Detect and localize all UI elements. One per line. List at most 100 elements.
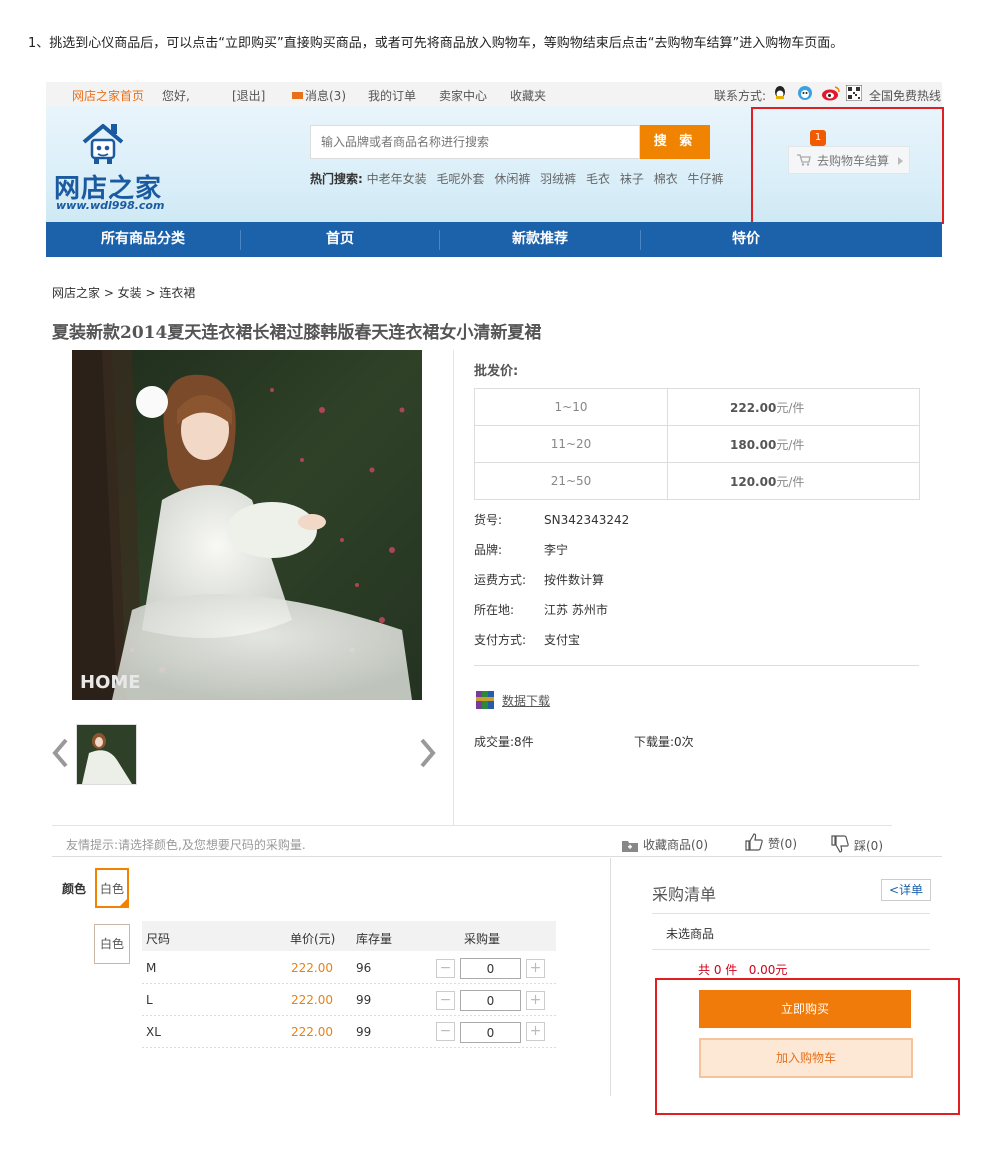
unit-price: 222.00 bbox=[291, 1025, 333, 1039]
weibo-icon[interactable] bbox=[821, 85, 841, 104]
mail-icon bbox=[292, 92, 303, 99]
product-main-image[interactable]: HOME bbox=[72, 350, 422, 700]
purchase-list-title: 采购清单 bbox=[652, 885, 717, 904]
orders-link[interactable]: 我的订单 bbox=[368, 87, 416, 104]
tier-price: 120.00 bbox=[730, 474, 777, 489]
detail-button[interactable]: <详单 bbox=[881, 879, 931, 901]
header-unit-price: 单价(元) bbox=[290, 932, 336, 946]
size-value: XL bbox=[146, 1025, 161, 1039]
increment-button[interactable]: + bbox=[526, 959, 545, 978]
stock-value: 96 bbox=[356, 961, 372, 975]
table-row: 11~20 180.00元/件 bbox=[474, 425, 920, 463]
hot-term[interactable]: 牛仔裤 bbox=[688, 172, 724, 186]
nav-new-arrivals[interactable]: 新款推荐 bbox=[440, 222, 640, 257]
tier-price: 180.00 bbox=[730, 437, 777, 452]
greeting: 您好, bbox=[162, 89, 190, 103]
main-nav: 所有商品分类 首页 新款推荐 特价 bbox=[46, 222, 942, 257]
contact-label: 联系方式: bbox=[714, 89, 767, 103]
color-option[interactable]: 白色 bbox=[94, 924, 130, 964]
divider bbox=[610, 858, 611, 1096]
no-items-text: 未选商品 bbox=[666, 927, 715, 941]
hot-term[interactable]: 毛衣 bbox=[586, 172, 610, 186]
nav-all-categories[interactable]: 所有商品分类 bbox=[46, 222, 240, 257]
tier-price-cell: 180.00元/件 bbox=[667, 425, 920, 463]
decrement-button[interactable]: − bbox=[436, 959, 455, 978]
quantity-input[interactable] bbox=[460, 990, 521, 1011]
decrement-button[interactable]: − bbox=[436, 991, 455, 1010]
color-label: 颜色 bbox=[62, 882, 87, 896]
divider bbox=[453, 350, 454, 825]
thumbs-down-icon bbox=[831, 835, 849, 856]
hot-term[interactable]: 毛呢外套 bbox=[436, 172, 484, 186]
search-button[interactable]: 搜 索 bbox=[640, 125, 710, 159]
download-archive-icon[interactable] bbox=[476, 689, 494, 709]
row-divider bbox=[142, 1047, 556, 1048]
collect-button[interactable]: 收藏商品(0) bbox=[622, 836, 708, 855]
search-input[interactable] bbox=[311, 126, 651, 158]
tier-unit: 元/件 bbox=[776, 474, 805, 489]
increment-button[interactable]: + bbox=[526, 991, 545, 1010]
attr-payment: 支付方式: 支付宝 bbox=[474, 633, 581, 647]
hot-search: 热门搜索: 中老年女装 毛呢外套 休闲裤 羽绒裤 毛衣 袜子 棉衣 牛仔裤 bbox=[310, 170, 730, 187]
increment-button[interactable]: + bbox=[526, 1022, 545, 1041]
divider bbox=[652, 949, 930, 950]
divider bbox=[474, 665, 919, 666]
size-value: M bbox=[146, 961, 157, 975]
highlight-box-purchase bbox=[655, 978, 960, 1115]
download-count: 下载量:0次 bbox=[634, 735, 694, 749]
folder-icon bbox=[622, 840, 638, 855]
attr-brand: 品牌: 李宁 bbox=[474, 543, 569, 557]
qrcode-icon[interactable] bbox=[845, 84, 863, 104]
header-stock: 库存量 bbox=[356, 932, 393, 946]
tier-range: 11~20 bbox=[474, 425, 668, 463]
product-title: 夏装新款2014夏天连衣裙长裙过膝韩版春天连衣裙女小清新夏裙 bbox=[52, 323, 542, 343]
chevron-left-icon[interactable] bbox=[52, 738, 68, 771]
tier-price-cell: 222.00元/件 bbox=[667, 388, 920, 426]
sales-count: 成交量:8件 bbox=[474, 735, 534, 749]
hot-term[interactable]: 休闲裤 bbox=[494, 172, 530, 186]
tier-unit: 元/件 bbox=[776, 437, 805, 452]
tier-price: 222.00 bbox=[730, 400, 777, 415]
logout-link[interactable]: [退出] bbox=[232, 87, 265, 104]
hotline-label: 全国免费热线 bbox=[869, 89, 942, 103]
top-bar: 网店之家首页 您好, [退出] 消息(3) 我的订单 卖家中心 收藏夹 联系方式… bbox=[46, 82, 942, 106]
unit-price: 222.00 bbox=[291, 961, 333, 975]
chevron-right-icon[interactable] bbox=[420, 738, 436, 771]
favorites-link[interactable]: 收藏夹 bbox=[510, 87, 546, 104]
product-thumbnail[interactable] bbox=[76, 724, 137, 785]
tier-price-cell: 120.00元/件 bbox=[667, 462, 920, 500]
dislike-button[interactable]: 踩(0) bbox=[831, 835, 883, 856]
tier-range: 1~10 bbox=[474, 388, 668, 426]
quantity-input[interactable] bbox=[460, 1022, 521, 1043]
row-divider bbox=[142, 1015, 556, 1016]
seller-center-link[interactable]: 卖家中心 bbox=[439, 87, 487, 104]
hot-term[interactable]: 中老年女装 bbox=[367, 172, 427, 186]
tier-unit: 元/件 bbox=[776, 400, 805, 415]
color-option-selected[interactable]: 白色 bbox=[95, 868, 129, 908]
breadcrumb[interactable]: 网店之家 > 女装 > 连衣裙 bbox=[52, 284, 195, 301]
unit-price: 222.00 bbox=[291, 993, 333, 1007]
qq-icon[interactable] bbox=[772, 85, 788, 104]
attr-location: 所在地: 江苏 苏州市 bbox=[474, 603, 608, 617]
quantity-input[interactable] bbox=[460, 958, 521, 979]
stock-value: 99 bbox=[356, 993, 372, 1007]
attr-sku: 货号: SN342343242 bbox=[474, 513, 630, 527]
messages-link[interactable]: 消息(3) bbox=[292, 87, 346, 104]
nav-home[interactable]: 首页 bbox=[241, 222, 439, 257]
table-row: 1~10 222.00元/件 bbox=[474, 388, 920, 426]
hot-term[interactable]: 棉衣 bbox=[654, 172, 678, 186]
hot-term[interactable]: 袜子 bbox=[620, 172, 644, 186]
divider bbox=[52, 856, 942, 857]
bird-icon[interactable] bbox=[796, 85, 814, 104]
like-button[interactable]: 赞(0) bbox=[745, 833, 797, 854]
highlight-box-cart bbox=[751, 107, 944, 224]
decrement-button[interactable]: − bbox=[436, 1022, 455, 1041]
divider bbox=[652, 913, 930, 914]
header-quantity: 采购量 bbox=[464, 932, 501, 946]
divider bbox=[52, 825, 892, 826]
data-download-link[interactable]: 数据下载 bbox=[502, 692, 550, 709]
search-box bbox=[310, 125, 651, 159]
hot-term[interactable]: 羽绒裤 bbox=[540, 172, 576, 186]
nav-specials[interactable]: 特价 bbox=[641, 222, 851, 257]
home-link[interactable]: 网店之家首页 bbox=[72, 87, 144, 104]
